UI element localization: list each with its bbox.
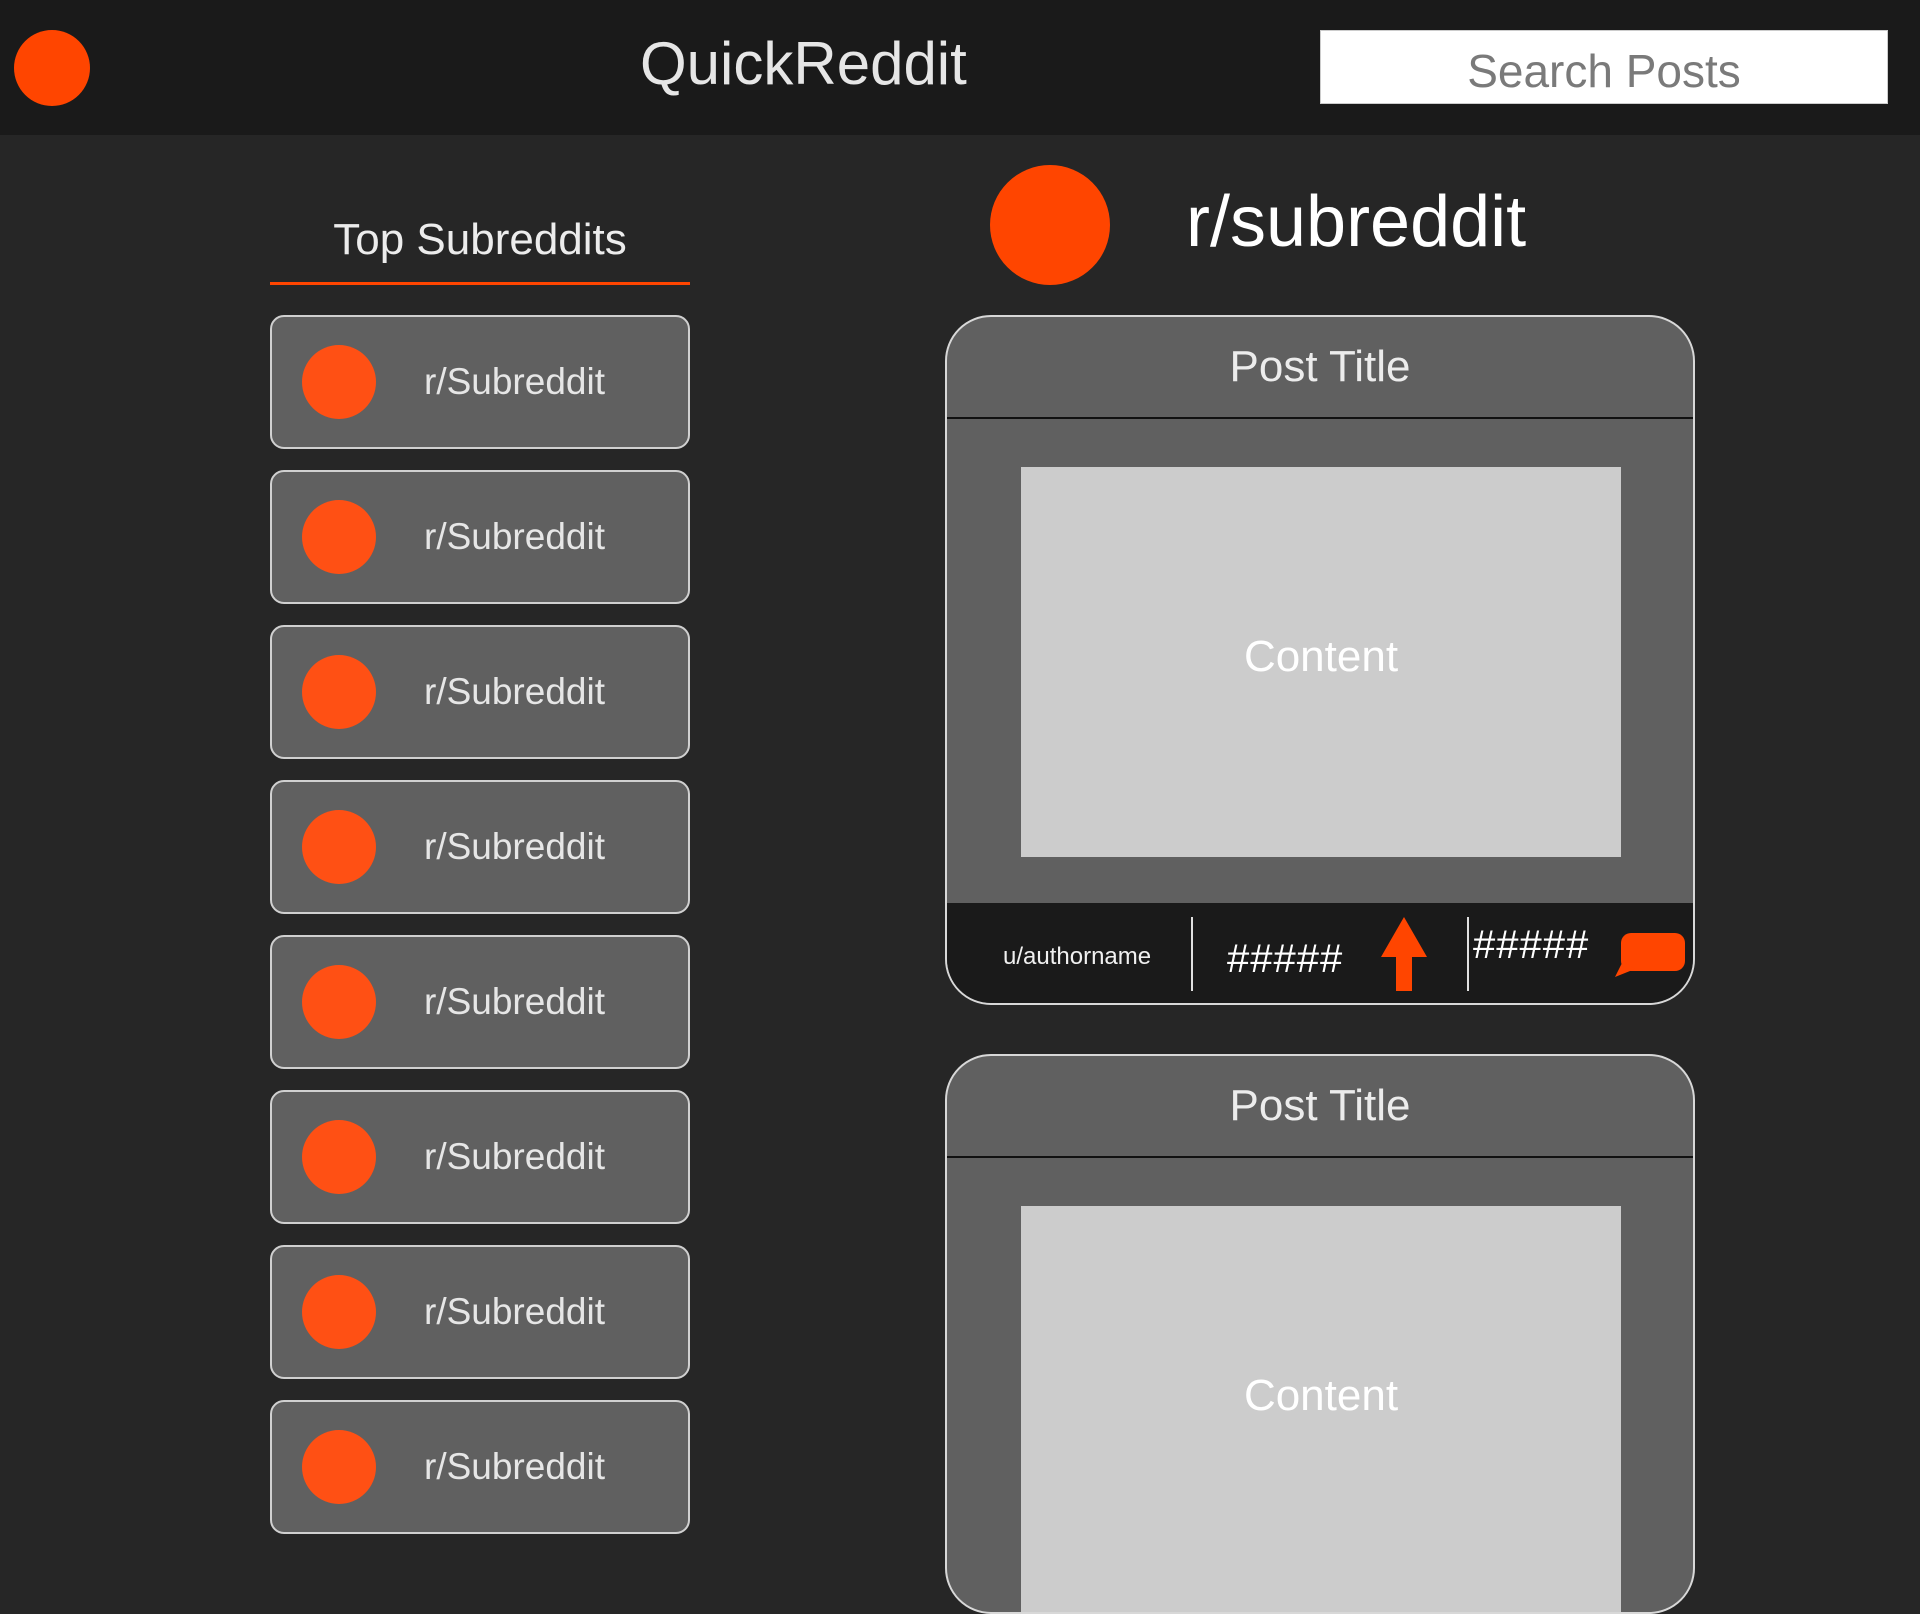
sidebar-item-subreddit[interactable]: r/Subreddit (270, 625, 690, 759)
sidebar-item-subreddit[interactable]: r/Subreddit (270, 470, 690, 604)
subreddit-avatar-icon (302, 810, 376, 884)
reddit-logo-icon[interactable] (14, 30, 90, 106)
sidebar-item-subreddit[interactable]: r/Subreddit (270, 1245, 690, 1379)
post-content[interactable]: Content (1021, 467, 1621, 857)
post-footer: u/authorname ##### ##### (947, 903, 1693, 1003)
subreddit-avatar-icon (302, 1430, 376, 1504)
app-title: QuickReddit (640, 30, 967, 97)
footer-divider (1191, 917, 1193, 991)
sidebar-item-subreddit[interactable]: r/Subreddit (270, 315, 690, 449)
post-card[interactable]: Post Title Content u/authorname ##### ##… (945, 315, 1695, 1005)
subreddit-avatar-icon (302, 1120, 376, 1194)
sidebar-item-label: r/Subreddit (424, 981, 605, 1022)
post-card[interactable]: Post Title Content (945, 1054, 1695, 1614)
subreddit-avatar-icon (302, 345, 376, 419)
sidebar-item-subreddit[interactable]: r/Subreddit (270, 1090, 690, 1224)
post-content[interactable]: Content (1021, 1206, 1621, 1612)
post-content-label: Content (1243, 632, 1399, 681)
subreddit-avatar-icon (302, 500, 376, 574)
sidebar-heading: Top Subreddits (333, 215, 627, 264)
sidebar-item-label: r/Subreddit (424, 1291, 605, 1332)
upvote-arrow-icon[interactable] (1381, 917, 1427, 991)
post-title[interactable]: Post Title (947, 341, 1693, 394)
sidebar-item-label: r/Subreddit (424, 516, 605, 557)
comment-bubble-icon[interactable] (1615, 931, 1687, 979)
sidebar-item-subreddit[interactable]: r/Subreddit (270, 935, 690, 1069)
subreddit-avatar-icon (990, 165, 1110, 285)
subreddit-avatar-icon (302, 1275, 376, 1349)
sidebar-item-label: r/Subreddit (424, 361, 605, 402)
post-author[interactable]: u/authorname (1003, 943, 1151, 971)
comment-count: ##### (1473, 923, 1590, 967)
post-title[interactable]: Post Title (947, 1080, 1693, 1133)
sidebar-item-label: r/Subreddit (424, 671, 605, 712)
top-bar: QuickReddit (0, 0, 1920, 135)
vote-count: ##### (1227, 937, 1344, 981)
sidebar-item-label: r/Subreddit (424, 1446, 605, 1487)
search-input[interactable] (1320, 30, 1888, 104)
post-content-label: Content (1243, 1371, 1399, 1420)
sidebar-item-label: r/Subreddit (424, 1136, 605, 1177)
sidebar-item-subreddit[interactable]: r/Subreddit (270, 780, 690, 914)
subreddit-avatar-icon (302, 965, 376, 1039)
sidebar-item-subreddit[interactable]: r/Subreddit (270, 1400, 690, 1534)
sidebar-item-label: r/Subreddit (424, 826, 605, 867)
footer-divider (1467, 917, 1469, 991)
sidebar-heading-underline (270, 282, 690, 285)
post-title-bar: Post Title (947, 317, 1693, 419)
subreddit-title: r/subreddit (1186, 182, 1527, 262)
subreddit-avatar-icon (302, 655, 376, 729)
post-title-bar: Post Title (947, 1056, 1693, 1158)
